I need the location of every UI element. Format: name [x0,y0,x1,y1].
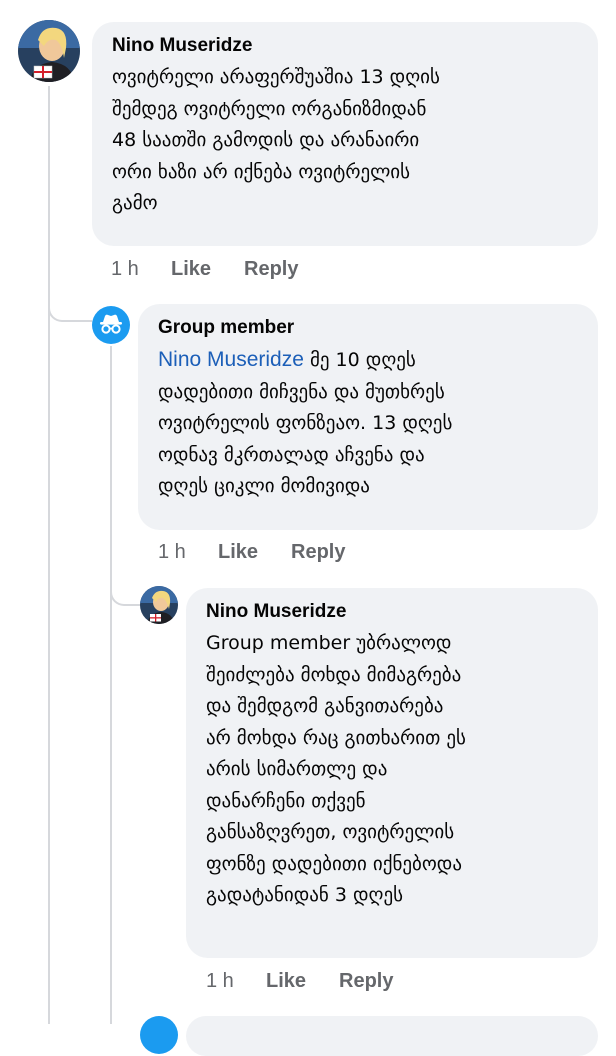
profile-photo [140,586,178,624]
comment-text-body: მე 10 დღეს დადებითი მიჩვენა და მუთხრეს ო… [158,349,453,497]
comment-bubble: Nino Museridze Group member უბრალოდ შეიძ… [186,588,598,958]
profile-photo [18,20,80,82]
like-button[interactable]: Like [218,541,291,564]
comment-author[interactable]: Nino Museridze [206,600,578,624]
incognito-icon [100,314,122,334]
thread-line-reply [110,346,112,1024]
thread-line-main [48,86,50,1024]
like-button[interactable]: Like [171,258,244,281]
comment-bubble: Nino Museridze ოვიტრელი არაფერშუაშია 13 … [92,22,598,246]
comment-actions: 1 h Like Reply [206,970,393,993]
comment-timestamp[interactable]: 1 h [111,258,171,281]
reply-button[interactable]: Reply [339,970,393,993]
comment-timestamp[interactable]: 1 h [158,541,218,564]
comment-bubble: Group member Nino Museridze მე 10 დღეს დ… [138,304,598,530]
comment-author[interactable]: Group member [158,316,578,340]
mention-link[interactable]: Nino Museridze [158,348,304,371]
comment-text: Group member უბრალოდ შეიძლება მოხდა მიმა… [206,632,466,906]
comment-actions: 1 h Like Reply [111,258,298,281]
comment-timestamp[interactable]: 1 h [206,970,266,993]
reply-button[interactable]: Reply [244,258,298,281]
thread-connector-reply-2 [110,590,142,606]
thread-connector-reply-1 [48,306,92,322]
comment-text: Nino Museridze მე 10 დღეს დადებითი მიჩვე… [158,344,578,503]
like-button[interactable]: Like [266,970,339,993]
avatar-anonymous-partial[interactable] [140,1016,178,1054]
comment-text: ოვიტრელი არაფერშუაშია 13 დღის შემდეგ ოვი… [112,66,440,214]
avatar-anonymous[interactable] [92,306,130,344]
avatar[interactable] [18,20,80,82]
comment-author[interactable]: Nino Museridze [112,34,578,58]
comment-actions: 1 h Like Reply [158,541,345,564]
comment-bubble-partial [186,1016,598,1056]
reply-button[interactable]: Reply [291,541,345,564]
avatar[interactable] [140,586,178,624]
